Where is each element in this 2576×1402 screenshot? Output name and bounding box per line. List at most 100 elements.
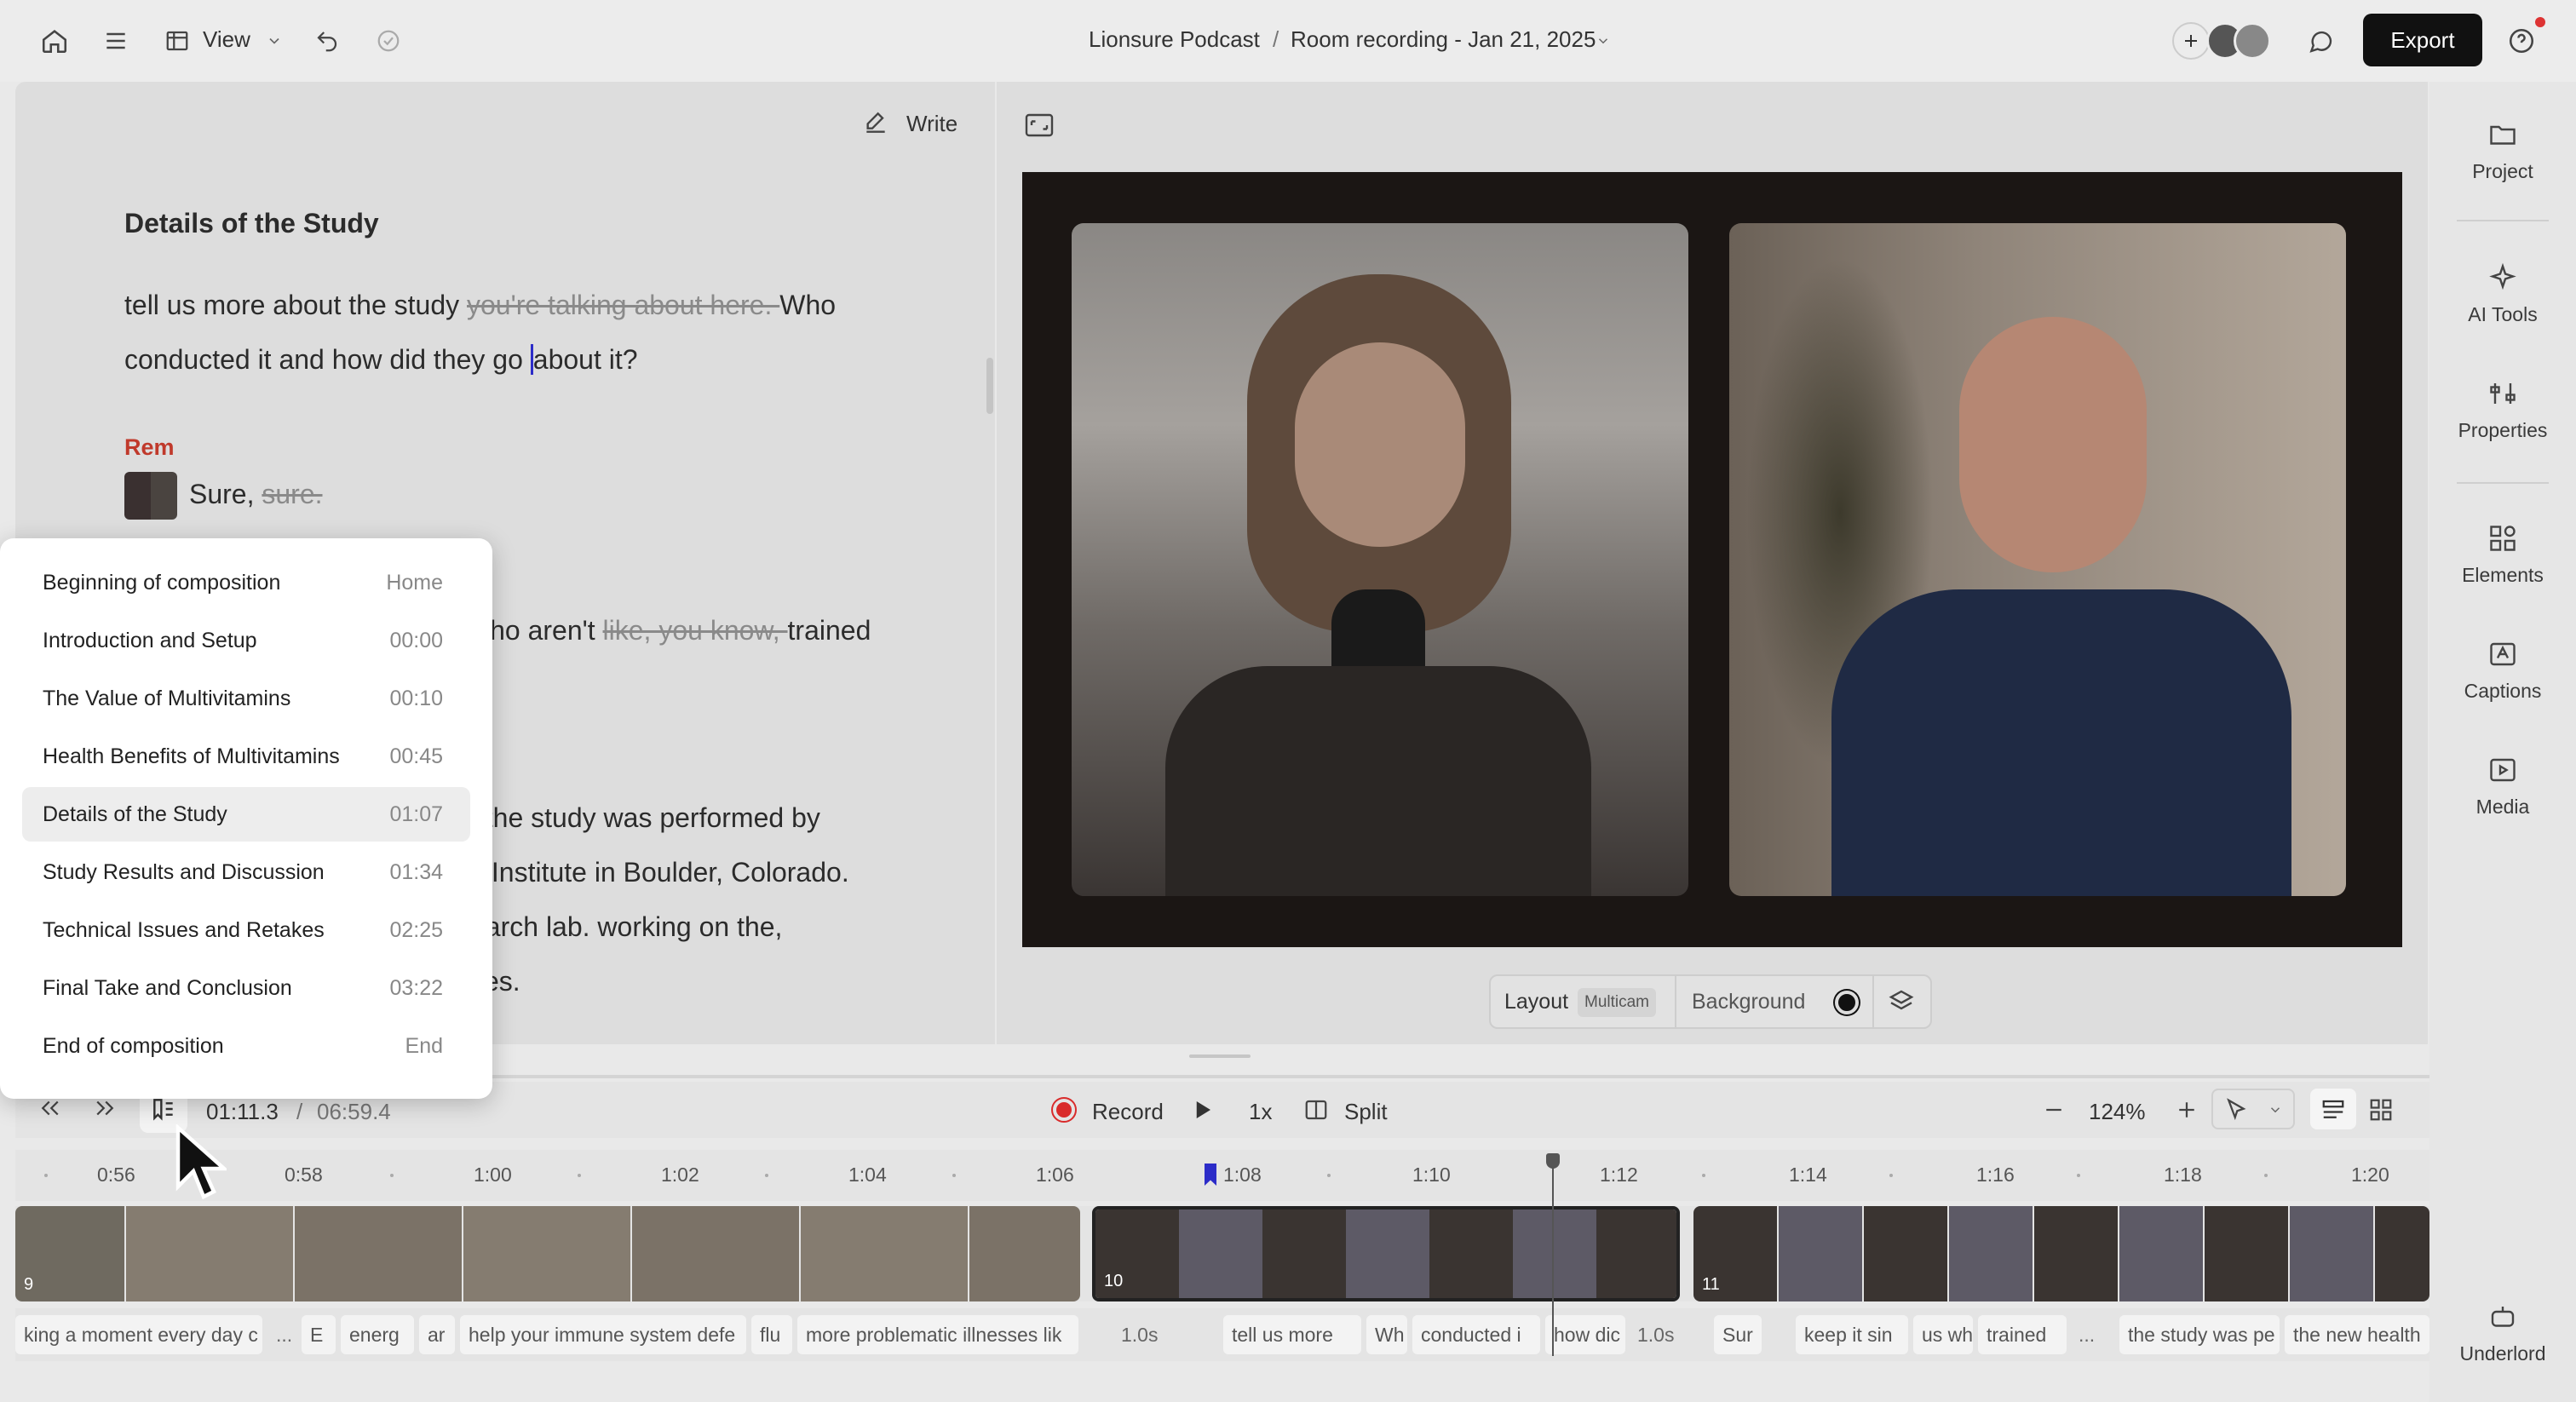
speaker-name[interactable]: Rem bbox=[124, 434, 175, 461]
word-chip[interactable]: tell us more bbox=[1223, 1315, 1361, 1354]
word-chip[interactable]: energ bbox=[341, 1315, 414, 1354]
background-label[interactable]: Background bbox=[1692, 990, 1805, 1014]
play-icon[interactable] bbox=[1189, 1097, 1215, 1123]
transcript-line[interactable]: Sure, sure. bbox=[189, 479, 323, 510]
chapter-item[interactable]: Beginning of composition Home bbox=[22, 555, 470, 610]
rail-item-media[interactable]: Media bbox=[2429, 753, 2576, 819]
chapter-item[interactable]: Technical Issues and Retakes 02:25 bbox=[22, 903, 470, 957]
transcript-line[interactable]: conducted it and how did they go about i… bbox=[124, 344, 638, 376]
rail-item-ai-tools[interactable]: AI Tools bbox=[2429, 261, 2576, 326]
word-chip[interactable]: king a moment every day c bbox=[15, 1315, 262, 1354]
selection-tool-dropdown[interactable] bbox=[2211, 1089, 2295, 1129]
rail-label: Captions bbox=[2464, 680, 2542, 702]
home-icon[interactable] bbox=[37, 24, 72, 58]
chapter-item[interactable]: Final Take and Conclusion 03:22 bbox=[22, 961, 470, 1015]
export-button[interactable]: Export bbox=[2363, 14, 2482, 66]
tick-label: 1:06 bbox=[1036, 1164, 1074, 1186]
word-chip[interactable]: more problematic illnesses lik bbox=[797, 1315, 1078, 1354]
rail-item-captions[interactable]: Captions bbox=[2429, 637, 2576, 703]
gap-marker[interactable]: ... bbox=[276, 1324, 292, 1347]
rail-item-elements[interactable]: Elements bbox=[2429, 521, 2576, 587]
word-chip[interactable]: trained bbox=[1978, 1315, 2067, 1354]
transcript-line[interactable]: who aren't like, you know, trained bbox=[470, 615, 871, 646]
chapter-item-selected[interactable]: Details of the Study 01:07 bbox=[22, 787, 470, 842]
write-button[interactable]: Write bbox=[906, 111, 957, 137]
word-chip[interactable]: the study was pe bbox=[2119, 1315, 2280, 1354]
transcript-line[interactable]: , the study was performed by bbox=[470, 802, 820, 834]
skip-forward-icon[interactable] bbox=[92, 1095, 118, 1121]
word-chip[interactable]: help your immune system defe bbox=[460, 1315, 746, 1354]
track-view-button[interactable] bbox=[2310, 1089, 2356, 1129]
project-name[interactable]: Lionsure Podcast bbox=[1089, 26, 1260, 53]
word-chip[interactable]: Sur bbox=[1714, 1315, 1762, 1354]
zoom-in-icon[interactable] bbox=[2174, 1097, 2199, 1123]
captions-icon bbox=[2486, 637, 2520, 671]
rail-item-properties[interactable]: Properties bbox=[2429, 376, 2576, 442]
record-icon[interactable] bbox=[1051, 1097, 1077, 1123]
zoom-level[interactable]: 124% bbox=[2089, 1099, 2146, 1125]
gap-marker[interactable]: 1.0s bbox=[1121, 1324, 1158, 1347]
view-layout-icon[interactable] bbox=[160, 24, 194, 58]
gap-marker[interactable]: ... bbox=[2079, 1324, 2095, 1347]
playhead[interactable] bbox=[1552, 1158, 1554, 1356]
playhead-handle[interactable] bbox=[1546, 1153, 1560, 1169]
video-clip-selected[interactable]: 10 bbox=[1092, 1206, 1680, 1301]
word-chip[interactable]: the new health bbox=[2285, 1315, 2429, 1354]
timeline-ruler[interactable]: 0:56 0:58 1:00 1:02 1:04 1:06 1:08 1:10 … bbox=[15, 1150, 2429, 1201]
layout-value-badge[interactable]: Multicam bbox=[1578, 988, 1657, 1017]
chapter-marker[interactable] bbox=[1205, 1164, 1216, 1186]
chapter-item[interactable]: Study Results and Discussion 01:34 bbox=[22, 845, 470, 899]
layers-icon[interactable] bbox=[1888, 988, 1915, 1015]
split-icon[interactable] bbox=[1303, 1097, 1329, 1123]
help-icon[interactable] bbox=[2504, 24, 2539, 58]
record-button[interactable]: Record bbox=[1092, 1099, 1164, 1125]
file-name[interactable]: Room recording - Jan 21, 2025 bbox=[1291, 26, 1596, 53]
word-chip[interactable]: conducted i bbox=[1412, 1315, 1540, 1354]
background-color-swatch[interactable] bbox=[1835, 991, 1859, 1014]
comment-icon[interactable] bbox=[2303, 24, 2337, 58]
transcript-line[interactable]: earch lab. working on the, bbox=[470, 911, 782, 943]
chapter-time: End bbox=[405, 1034, 443, 1058]
section-title: Details of the Study bbox=[124, 208, 379, 238]
video-track[interactable]: 9 10 11 bbox=[15, 1206, 2429, 1301]
word-chip[interactable]: keep it sin bbox=[1796, 1315, 1908, 1354]
gap-marker[interactable]: 1.0s bbox=[1637, 1324, 1674, 1347]
chapter-item[interactable]: Introduction and Setup 00:00 bbox=[22, 613, 470, 668]
clip-thumbnail bbox=[1262, 1210, 1346, 1298]
word-chip[interactable]: flu bbox=[751, 1315, 792, 1354]
word-chip[interactable]: how dic bbox=[1545, 1315, 1625, 1354]
word-chip[interactable]: E bbox=[302, 1315, 336, 1354]
transcript-track[interactable]: king a moment every day c ... E energ ar… bbox=[15, 1308, 2429, 1361]
transcript-line[interactable]: s Institute in Boulder, Colorado. bbox=[470, 857, 849, 888]
rail-item-project[interactable]: Project bbox=[2429, 118, 2576, 183]
fullscreen-icon[interactable] bbox=[1024, 112, 1055, 138]
transcript-line[interactable]: tell us more about the study you're talk… bbox=[124, 290, 836, 321]
view-menu[interactable]: View bbox=[203, 26, 250, 53]
chevron-down-icon[interactable] bbox=[1586, 24, 1620, 58]
video-clip[interactable]: 9 bbox=[15, 1206, 1080, 1301]
divider bbox=[2457, 482, 2549, 484]
menu-icon[interactable] bbox=[99, 24, 133, 58]
split-button[interactable]: Split bbox=[1344, 1099, 1388, 1125]
write-pen-icon[interactable] bbox=[862, 109, 889, 136]
top-bar: View Lionsure Podcast / Room recording -… bbox=[0, 0, 2576, 82]
video-clip[interactable]: 11 bbox=[1693, 1206, 2429, 1301]
skip-back-icon[interactable] bbox=[37, 1095, 63, 1121]
undo-icon[interactable] bbox=[310, 24, 344, 58]
avatar[interactable] bbox=[2234, 22, 2271, 60]
zoom-out-icon[interactable] bbox=[2041, 1097, 2067, 1123]
editor-scrollbar[interactable] bbox=[986, 358, 993, 414]
word-chip[interactable]: us wh bbox=[1913, 1315, 1973, 1354]
word-chip[interactable]: ar bbox=[419, 1315, 455, 1354]
layout-label[interactable]: Layout bbox=[1504, 990, 1568, 1014]
chapter-item[interactable]: End of composition End bbox=[22, 1019, 470, 1073]
chapter-item[interactable]: Health Benefits of Multivitamins 00:45 bbox=[22, 729, 470, 784]
resize-handle[interactable] bbox=[1189, 1054, 1251, 1058]
word-chip[interactable]: Wh bbox=[1366, 1315, 1407, 1354]
playback-speed[interactable]: 1x bbox=[1249, 1099, 1272, 1125]
add-collaborator-icon[interactable] bbox=[2172, 22, 2210, 60]
chapter-item[interactable]: The Value of Multivitamins 00:10 bbox=[22, 671, 470, 726]
underlord-button[interactable]: Underlord bbox=[2429, 1300, 2576, 1365]
chevron-down-icon[interactable] bbox=[257, 24, 291, 58]
grid-icon[interactable] bbox=[2368, 1097, 2394, 1123]
